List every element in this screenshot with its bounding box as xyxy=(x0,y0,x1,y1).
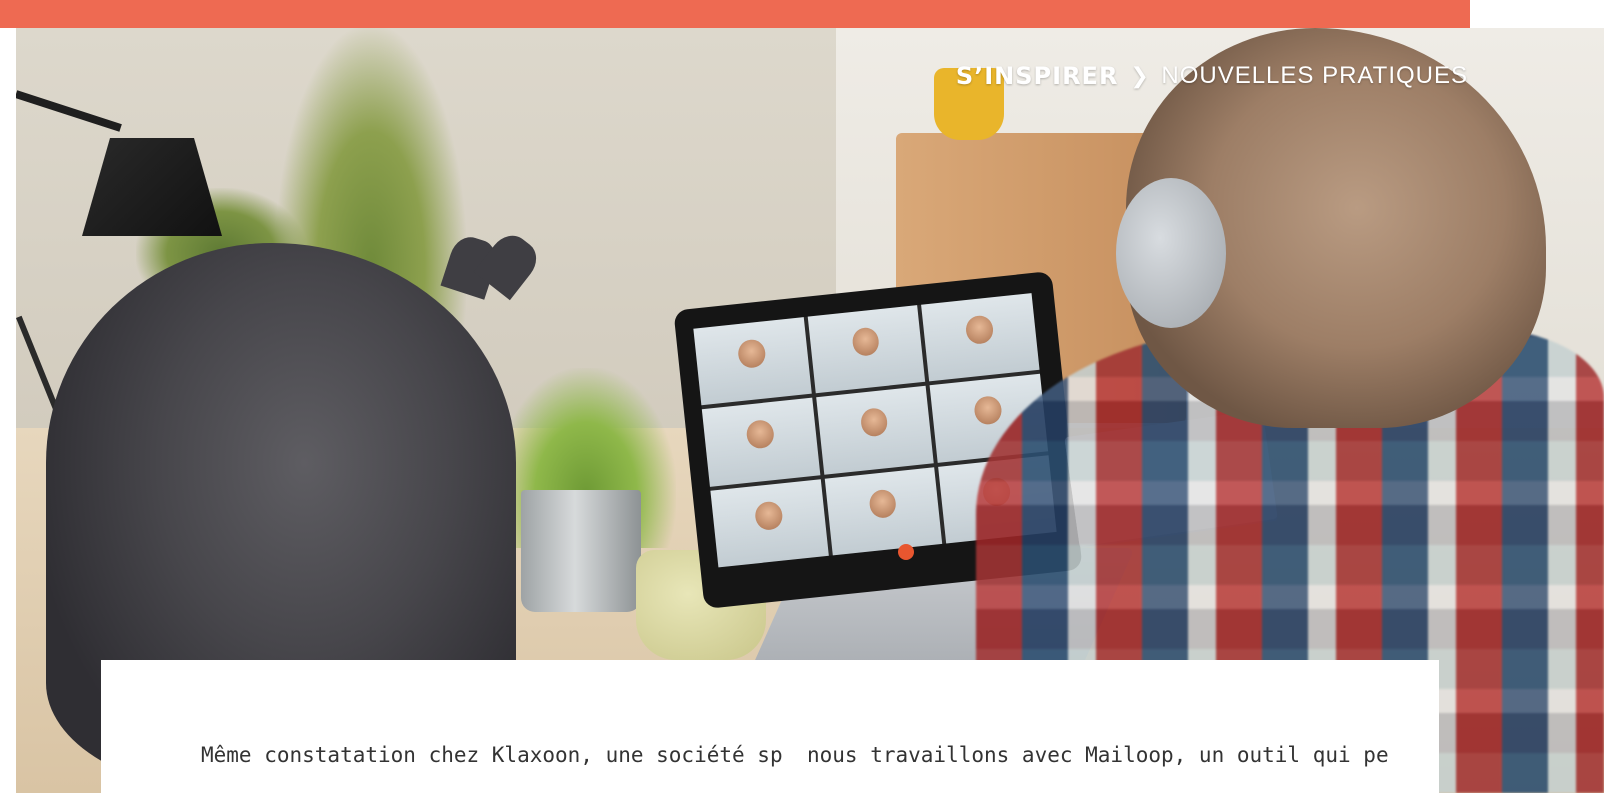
article-card: Même constatation chez Klaxoon, une soci… xyxy=(101,660,1439,800)
video-tile xyxy=(807,305,926,394)
accent-band xyxy=(0,0,1470,28)
breadcrumb: S’INSPIRER ❯ NOUVELLES PRATIQUES xyxy=(956,62,1468,90)
video-tile xyxy=(815,386,935,475)
video-tile xyxy=(693,317,812,406)
article-column-right: nous travaillons avec Mailoop, un outil … xyxy=(807,738,1389,772)
video-tile xyxy=(710,478,829,568)
record-dot-icon xyxy=(898,544,914,560)
article-line: nous travaillons avec Mailoop, un outil … xyxy=(807,743,1389,767)
chevron-right-icon: ❯ xyxy=(1130,63,1150,89)
video-tile xyxy=(824,466,943,556)
video-tile xyxy=(921,293,1040,382)
article-column-left: Même constatation chez Klaxoon, une soci… xyxy=(201,738,783,772)
headphones-icon xyxy=(1116,178,1226,328)
photo-metal-pot xyxy=(521,490,641,612)
breadcrumb-section: S’INSPIRER xyxy=(955,62,1119,90)
video-tile xyxy=(701,398,820,487)
article-line: Même constatation chez Klaxoon, une soci… xyxy=(201,743,783,767)
breadcrumb-subsection: NOUVELLES PRATIQUES xyxy=(1161,62,1468,89)
